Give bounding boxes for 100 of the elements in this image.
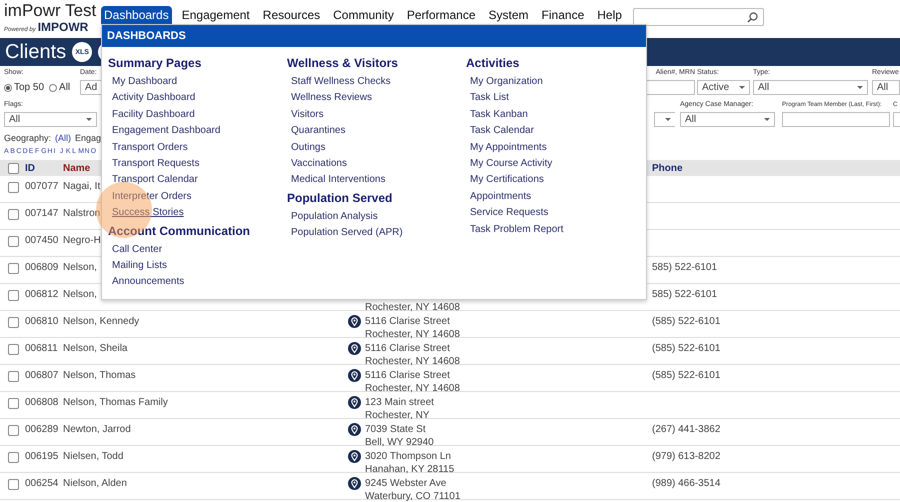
radio-option[interactable]: All xyxy=(49,82,70,93)
menu-item[interactable]: Success Stories xyxy=(108,207,184,218)
select-field[interactable] xyxy=(654,112,675,127)
menu-item[interactable]: Outings xyxy=(287,142,326,153)
menu-item[interactable]: Call Center xyxy=(108,244,162,255)
agency-select[interactable]: All xyxy=(680,112,775,127)
geography-label: Geography: xyxy=(4,132,52,144)
table-cell: (585) 522-6101 xyxy=(652,343,720,354)
checkbox[interactable] xyxy=(8,236,19,247)
menu-item[interactable]: Task Problem Report xyxy=(466,224,564,235)
geography-link[interactable]: (All) xyxy=(55,132,72,144)
checkbox[interactable] xyxy=(8,317,19,328)
menu-item[interactable]: Medical Interventions xyxy=(287,174,386,186)
menu-item[interactable]: Population Served (APR) xyxy=(287,227,403,238)
menu-item[interactable]: Activity Dashboard xyxy=(108,92,196,104)
checkbox[interactable] xyxy=(8,182,19,193)
table-cell: Negro-H xyxy=(63,235,101,246)
checkbox[interactable] xyxy=(8,209,19,220)
brand-logo: IMPOWR xyxy=(38,21,88,33)
menu-item[interactable]: Staff Wellness Checks xyxy=(287,76,391,87)
radio-button[interactable] xyxy=(49,84,58,92)
checkbox[interactable] xyxy=(8,290,19,301)
radio-button[interactable] xyxy=(4,84,12,92)
checkbox[interactable] xyxy=(8,452,19,463)
checkbox[interactable] xyxy=(8,371,19,382)
checkbox[interactable] xyxy=(8,425,19,436)
menu-item[interactable]: Interpreter Orders xyxy=(108,190,192,202)
map-pin-icon[interactable] xyxy=(348,342,361,355)
menu-item[interactable]: Transport Orders xyxy=(108,142,188,153)
nav-tab[interactable]: System xyxy=(486,6,532,24)
table-cell: Nielson, Alden xyxy=(63,478,127,489)
table-cell: 007450 xyxy=(25,235,58,246)
menu-item[interactable]: Population Analysis xyxy=(287,210,378,222)
type-select[interactable]: All xyxy=(753,80,868,95)
nav-tab[interactable]: Resources xyxy=(260,6,324,24)
nav-tab[interactable]: Community xyxy=(330,6,397,24)
checkbox[interactable] xyxy=(8,479,19,490)
menu-item[interactable]: My Dashboard xyxy=(108,76,178,87)
menu-item[interactable]: Transport Calendar xyxy=(108,174,198,186)
menu-item[interactable]: My Certifications xyxy=(466,174,544,186)
table-cell: Newton, Jarrod xyxy=(63,424,131,435)
street-address: 7039 State St xyxy=(365,423,427,436)
city-address: Bell, WY 92940 xyxy=(365,436,434,449)
menu-item[interactable]: Visitors xyxy=(287,108,324,120)
menu-item[interactable]: Announcements xyxy=(108,276,184,288)
column-header[interactable]: ID xyxy=(25,162,35,174)
table-cell: Nelson, Sheila xyxy=(63,343,128,354)
menu-item[interactable]: Appointments xyxy=(466,190,532,202)
nav-tab[interactable]: Performance xyxy=(404,6,479,24)
nav-tab[interactable]: Dashboards xyxy=(101,6,172,24)
table-cell: Nelson, Thomas xyxy=(63,370,136,381)
menu-item[interactable]: Vaccinations xyxy=(287,158,347,169)
program-field[interactable] xyxy=(782,112,890,127)
section-heading: Wellness & Visitors xyxy=(287,55,399,71)
checkbox[interactable] xyxy=(8,344,19,355)
menu-item[interactable]: Task Kanban xyxy=(466,108,528,120)
checkbox[interactable] xyxy=(8,263,19,274)
nav-tab[interactable]: Finance xyxy=(538,6,588,24)
menu-item[interactable]: My Appointments xyxy=(466,142,547,153)
column-header[interactable]: Name xyxy=(63,162,90,174)
input-field[interactable] xyxy=(893,112,900,127)
map-pin-icon[interactable] xyxy=(348,450,361,463)
map-pin-icon[interactable] xyxy=(348,396,361,409)
nav-tab[interactable]: Help xyxy=(594,6,625,24)
menu-item[interactable]: Transport Requests xyxy=(108,158,200,169)
map-pin-icon[interactable] xyxy=(348,477,361,490)
flags-select[interactable]: All xyxy=(4,112,97,127)
menu-item[interactable]: Engagement Dashboard xyxy=(108,125,220,136)
caret-icon xyxy=(739,86,745,89)
radio-option[interactable]: Top 50 xyxy=(4,82,44,93)
city-address: Hanahan, KY 28115 xyxy=(365,463,454,476)
table-cell: 006807 xyxy=(25,370,58,381)
radio-label[interactable]: All xyxy=(59,82,70,93)
menu-item[interactable]: Service Requests xyxy=(466,207,548,218)
menu-item[interactable]: Mailing Lists xyxy=(108,260,168,271)
radio-label[interactable]: Top 50 xyxy=(14,82,44,93)
menu-item[interactable]: Task List xyxy=(466,92,509,104)
search-field[interactable] xyxy=(632,8,764,26)
menu-item[interactable]: My Organization xyxy=(466,76,543,87)
nav-tab[interactable]: Engagement xyxy=(178,6,253,24)
date-field[interactable]: Ad xyxy=(80,80,102,95)
menu-item[interactable]: Quarantines xyxy=(287,125,346,136)
checkbox[interactable] xyxy=(8,398,19,409)
search-icon[interactable] xyxy=(746,12,758,22)
table-cell: Nielsen, Todd xyxy=(63,451,124,462)
reviewer-select[interactable]: All xyxy=(872,80,900,95)
map-pin-icon[interactable] xyxy=(348,315,361,328)
map-pin-icon[interactable] xyxy=(348,423,361,436)
menu-item[interactable]: My Course Activity xyxy=(466,158,552,169)
menu-item[interactable]: Wellness Reviews xyxy=(287,92,372,104)
checkbox[interactable] xyxy=(8,162,19,174)
section-heading: Account Communication xyxy=(108,222,252,239)
menu-item[interactable]: Facility Dashboard xyxy=(108,108,195,120)
menu-item[interactable]: Task Calendar xyxy=(466,125,534,136)
status-select[interactable]: Active xyxy=(697,80,750,95)
map-pin-icon[interactable] xyxy=(348,369,361,382)
table-cell: Nelson, Kennedy xyxy=(63,316,140,327)
city-address: Rochester, NY 14608 xyxy=(365,328,460,341)
column-header[interactable]: Phone xyxy=(652,162,683,174)
menu-title: DASHBOARDS xyxy=(102,25,646,47)
